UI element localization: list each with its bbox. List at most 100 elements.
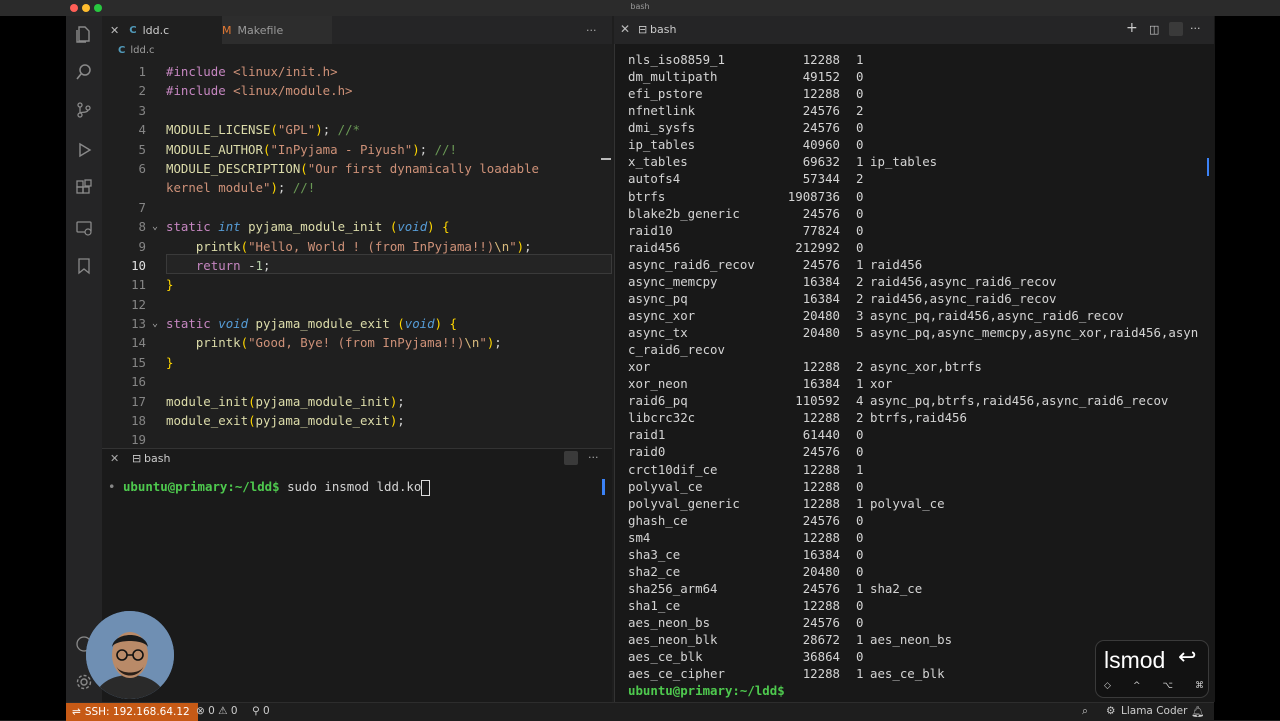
ports-indicator[interactable]: ⚲ 0 xyxy=(252,705,270,717)
line-number: 10 xyxy=(131,257,146,273)
module-used-count: 0 xyxy=(856,563,864,579)
module-name: btrfs xyxy=(628,188,666,204)
tab-makefile[interactable]: M Makefile xyxy=(222,16,332,44)
terminal-prompt-line[interactable]: ubuntu@primary:~/ldd$ xyxy=(628,682,785,699)
module-row: ip_tables 40960 0 xyxy=(628,136,863,153)
panel-more-icon[interactable]: ··· xyxy=(588,451,599,464)
run-debug-icon[interactable] xyxy=(74,140,94,160)
code-line[interactable]: 19 xyxy=(102,430,607,449)
problems-indicator[interactable]: ⊗ 0 ⚠ 0 xyxy=(196,705,238,717)
module-size: 20480 xyxy=(802,563,840,579)
code-line[interactable]: 13 ⌄ static void pyjama_module_exit (void)… xyxy=(102,314,607,333)
code-line[interactable]: 6 MODULE_DESCRIPTION("Our first dynamical… xyxy=(102,159,607,178)
tab-ldd-c[interactable]: ✕ C ldd.c xyxy=(102,16,222,44)
code-line[interactable]: 5 MODULE_AUTHOR("InPyjama - Piyush"); //! xyxy=(102,140,607,159)
source-control-icon[interactable] xyxy=(74,100,94,120)
module-name: ghash_ce xyxy=(628,512,688,528)
close-panel-icon[interactable]: ✕ xyxy=(110,452,119,465)
code-line[interactable]: 7 xyxy=(102,198,607,217)
code-line[interactable]: 10 return -1; xyxy=(102,256,607,275)
module-name: nfnetlink xyxy=(628,103,696,119)
makefile-icon: M xyxy=(222,23,232,37)
close-terminal-icon[interactable]: ✕ xyxy=(620,22,630,36)
line-number: 14 xyxy=(131,335,146,351)
notifications-bell-icon[interactable]: 🔔︎ xyxy=(1191,705,1204,718)
code-text: MODULE_DESCRIPTION("Our first dynamicall… xyxy=(166,160,540,176)
extensions-icon[interactable] xyxy=(74,178,94,198)
module-used-count: 0 xyxy=(856,615,864,631)
remote-indicator[interactable]: ⇌ SSH: 192.168.64.12 xyxy=(66,703,198,721)
module-used-by: async_pq,raid456,async_raid6_recov xyxy=(870,307,1124,323)
module-used-by: aes_neon_bs xyxy=(870,632,953,648)
module-used-count: 0 xyxy=(856,86,864,102)
module-name: sha256_arm64 xyxy=(628,580,718,596)
remote-explorer-icon[interactable] xyxy=(74,218,94,238)
code-line[interactable]: 1 #include <linux/init.h> xyxy=(102,62,607,81)
activity-bar xyxy=(66,16,102,702)
module-row: nls_iso8859_1 12288 1 xyxy=(628,51,863,68)
new-terminal-icon[interactable]: + xyxy=(1126,20,1138,36)
module-used-count: 2 xyxy=(856,273,864,289)
code-line[interactable]: 16 xyxy=(102,372,607,391)
presenter-webcam xyxy=(86,611,174,699)
lsmod-output[interactable]: nls_iso8859_1 12288 1 dm_multipath 49152 0 efi… xyxy=(628,51,1198,699)
code-line[interactable]: 14 printk("Good, Bye! (from InPyjama!!)\… xyxy=(102,333,607,352)
line-number: 17 xyxy=(131,393,146,409)
module-size: 77824 xyxy=(802,222,840,238)
module-row: blake2b_generic 24576 0 xyxy=(628,205,863,222)
module-used-count: 1 xyxy=(856,376,864,392)
module-used-count: 2 xyxy=(856,410,864,426)
code-line[interactable]: kernel module"); //! xyxy=(102,178,607,197)
code-line[interactable]: 4 MODULE_LICENSE("GPL"); //* xyxy=(102,120,607,139)
code-line[interactable]: 12 xyxy=(102,295,607,314)
code-line[interactable]: 2 #include <linux/module.h> xyxy=(102,81,607,100)
code-text: module_init(pyjama_module_init); xyxy=(166,393,405,409)
more-actions-icon[interactable]: ··· xyxy=(586,16,597,44)
module-row: polyval_generic 12288 1 polyval_ce xyxy=(628,495,945,512)
module-name: crct10dif_ce xyxy=(628,461,718,477)
code-line[interactable]: 8 ⌄ static int pyjama_module_init (void) { xyxy=(102,217,607,236)
split-terminal-icon[interactable]: ◫ xyxy=(1149,23,1159,36)
module-used-by: btrfs,raid456 xyxy=(870,410,967,426)
line-number: 18 xyxy=(131,413,146,429)
line-number: 11 xyxy=(131,277,146,293)
return-key-icon: ↩ xyxy=(1178,645,1197,670)
fold-chevron-icon[interactable]: ⌄ xyxy=(152,217,158,236)
zoom-icon[interactable]: ⌕ xyxy=(1082,705,1088,718)
llama-coder-icon: ⚙ xyxy=(1106,705,1116,717)
breadcrumb-file[interactable]: ldd.c xyxy=(130,45,154,56)
module-used-count: 1 xyxy=(856,461,864,477)
code-line[interactable]: 9 printk("Hello, World ! (from InPyjama!… xyxy=(102,237,607,256)
code-text: return -1; xyxy=(195,257,271,273)
module-used-count: 0 xyxy=(856,444,864,460)
line-number: 5 xyxy=(138,141,146,157)
code-text: static void pyjama_module_exit (void) { xyxy=(166,316,458,332)
module-name: sha1_ce xyxy=(628,598,681,613)
lock-icon[interactable] xyxy=(1169,22,1183,36)
llama-coder-status[interactable]: Llama Coder xyxy=(1121,705,1187,717)
panel-tab-label[interactable]: bash xyxy=(144,452,170,465)
code-editor[interactable]: 1 #include <linux/init.h> 2 #include <linux… xyxy=(102,62,607,450)
terminal-more-icon[interactable]: ··· xyxy=(1190,22,1201,35)
module-used-count: 1 xyxy=(856,666,864,682)
module-row: async_tx 20480 5 async_pq,async_memcpy,asyn… xyxy=(628,324,1198,341)
fold-chevron-icon[interactable]: ⌄ xyxy=(152,314,158,333)
scroll-indicator xyxy=(601,158,611,160)
code-line[interactable]: 11} xyxy=(102,275,607,294)
code-line[interactable]: 3 xyxy=(102,101,607,120)
code-line[interactable]: 15} xyxy=(102,353,607,372)
explorer-icon[interactable] xyxy=(74,24,94,44)
bookmark-icon[interactable] xyxy=(74,256,94,276)
close-tab-icon[interactable]: ✕ xyxy=(110,24,119,37)
module-used-count: 0 xyxy=(856,205,864,221)
module-name: async_pq xyxy=(628,290,688,306)
code-line[interactable]: 17 module_init(pyjama_module_init); xyxy=(102,392,607,411)
lock-icon[interactable] xyxy=(564,451,578,465)
terminal-input-line[interactable]: • ubuntu@primary:~/ldd$ sudo insmod ldd.… xyxy=(108,479,431,496)
module-size: 12288 xyxy=(802,359,840,375)
code-line[interactable]: 18 module_exit(pyjama_module_exit); xyxy=(102,411,607,430)
right-tab-label[interactable]: bash xyxy=(650,23,676,36)
module-row: raid10 77824 0 xyxy=(628,222,863,239)
search-icon[interactable] xyxy=(74,62,94,82)
module-used-by: async_xor,btrfs xyxy=(870,359,982,375)
